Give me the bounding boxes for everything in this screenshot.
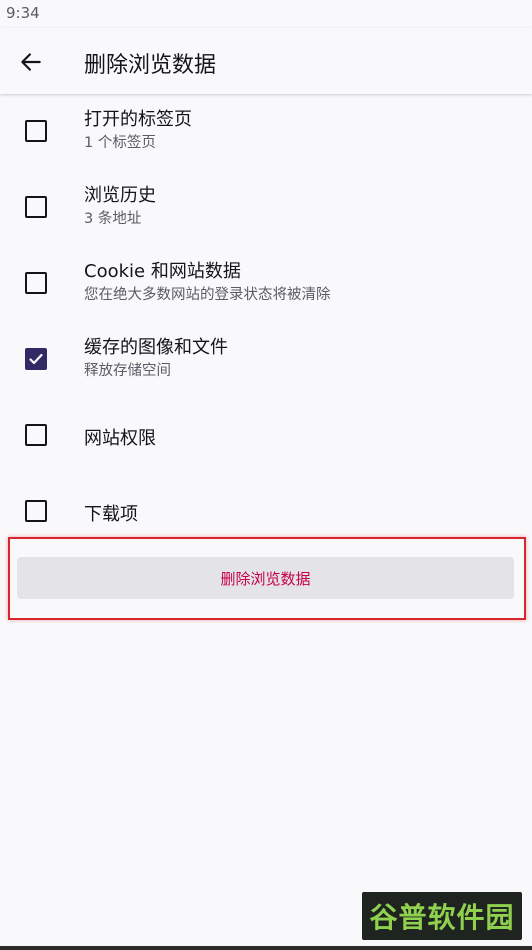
option-browsing-history[interactable]: 浏览历史 3 条地址 — [0, 170, 532, 246]
option-cached-images[interactable]: 缓存的图像和文件 释放存储空间 — [0, 322, 532, 398]
option-open-tabs[interactable]: 打开的标签页 1 个标签页 — [0, 94, 532, 170]
option-label: 缓存的图像和文件 — [84, 337, 228, 358]
option-label: 下载项 — [84, 504, 138, 525]
option-label: 网站权限 — [84, 428, 156, 449]
option-subtitle: 释放存储空间 — [84, 363, 171, 379]
checkbox-open-tabs[interactable] — [25, 120, 47, 142]
option-label: 打开的标签页 — [84, 109, 192, 130]
option-label: 浏览历史 — [84, 185, 156, 206]
option-cookies[interactable]: Cookie 和网站数据 您在绝大多数网站的登录状态将被清除 — [0, 246, 532, 322]
checkmark-icon — [29, 353, 43, 365]
option-subtitle: 3 条地址 — [84, 211, 142, 227]
checkbox-browsing-history[interactable] — [25, 196, 47, 218]
back-arrow-icon[interactable] — [14, 45, 48, 79]
checkbox-site-permissions[interactable] — [25, 424, 47, 446]
option-site-permissions[interactable]: 网站权限 — [0, 398, 532, 474]
option-label: Cookie 和网站数据 — [84, 261, 241, 282]
option-subtitle: 您在绝大多数网站的登录状态将被清除 — [84, 287, 331, 303]
status-time: 9:34 — [6, 4, 40, 22]
watermark-logo: 谷普软件园 — [362, 892, 522, 940]
checkbox-cookies[interactable] — [25, 272, 47, 294]
app-bar: 删除浏览数据 — [0, 28, 532, 94]
checkbox-cached-images[interactable] — [25, 348, 47, 370]
page-title: 删除浏览数据 — [84, 53, 217, 78]
options-list: 打开的标签页 1 个标签页 浏览历史 3 条地址 Cookie 和网站数据 您在… — [0, 94, 532, 550]
checkbox-downloads[interactable] — [25, 500, 47, 522]
option-subtitle: 1 个标签页 — [84, 135, 156, 151]
navigation-bar — [0, 946, 532, 950]
delete-browsing-data-button[interactable]: 删除浏览数据 — [17, 557, 514, 599]
status-bar: 9:34 — [0, 0, 532, 28]
